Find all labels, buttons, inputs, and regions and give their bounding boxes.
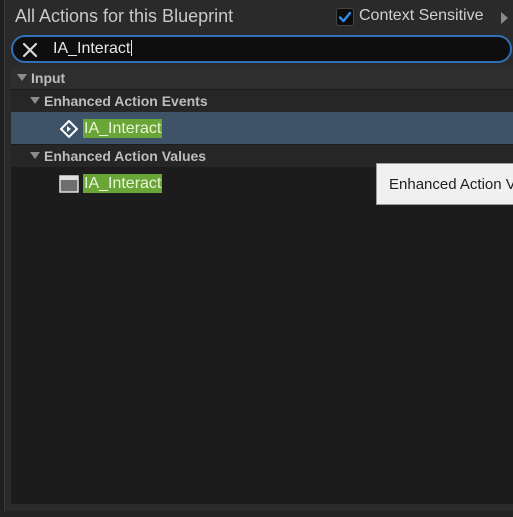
event-diamond-icon [60, 120, 78, 138]
list-item-label: IA_Interact [83, 119, 163, 138]
category-input[interactable]: Input [11, 67, 513, 89]
context-sensitive-checkbox[interactable] [336, 8, 354, 26]
action-menu-header: All Actions for this Blueprint Context S… [5, 0, 513, 34]
chevron-down-icon[interactable] [30, 97, 40, 104]
context-sensitive-arrow-icon[interactable] [501, 12, 508, 24]
search-value-text: IA_Interact [53, 40, 131, 57]
checkmark-icon [338, 11, 352, 23]
action-list[interactable]: Input Enhanced Action Events IA_Interact… [11, 67, 513, 504]
category-input-label: Input [31, 70, 66, 86]
context-sensitive-label[interactable]: Context Sensitive [359, 7, 484, 25]
category-enhanced-action-events[interactable]: Enhanced Action Events [11, 90, 513, 112]
chevron-down-icon[interactable] [30, 152, 40, 159]
action-menu-panel: All Actions for this Blueprint Context S… [4, 0, 513, 511]
list-item-ia-interact-event[interactable]: IA_Interact [11, 112, 513, 144]
category-values-label: Enhanced Action Values [44, 148, 207, 164]
close-icon[interactable] [21, 41, 39, 59]
chevron-down-icon[interactable] [17, 74, 27, 81]
menu-title: All Actions for this Blueprint [15, 6, 234, 26]
search-input[interactable]: IA_Interact [53, 40, 133, 58]
category-events-label: Enhanced Action Events [44, 93, 208, 109]
background-bottom-edge [0, 511, 513, 517]
tooltip: Enhanced Action V [376, 163, 513, 205]
tooltip-text: Enhanced Action V [389, 176, 513, 193]
value-box-icon [59, 175, 79, 193]
list-item-label: IA_Interact [83, 174, 163, 193]
text-caret [131, 40, 133, 56]
search-box[interactable]: IA_Interact [11, 35, 512, 63]
